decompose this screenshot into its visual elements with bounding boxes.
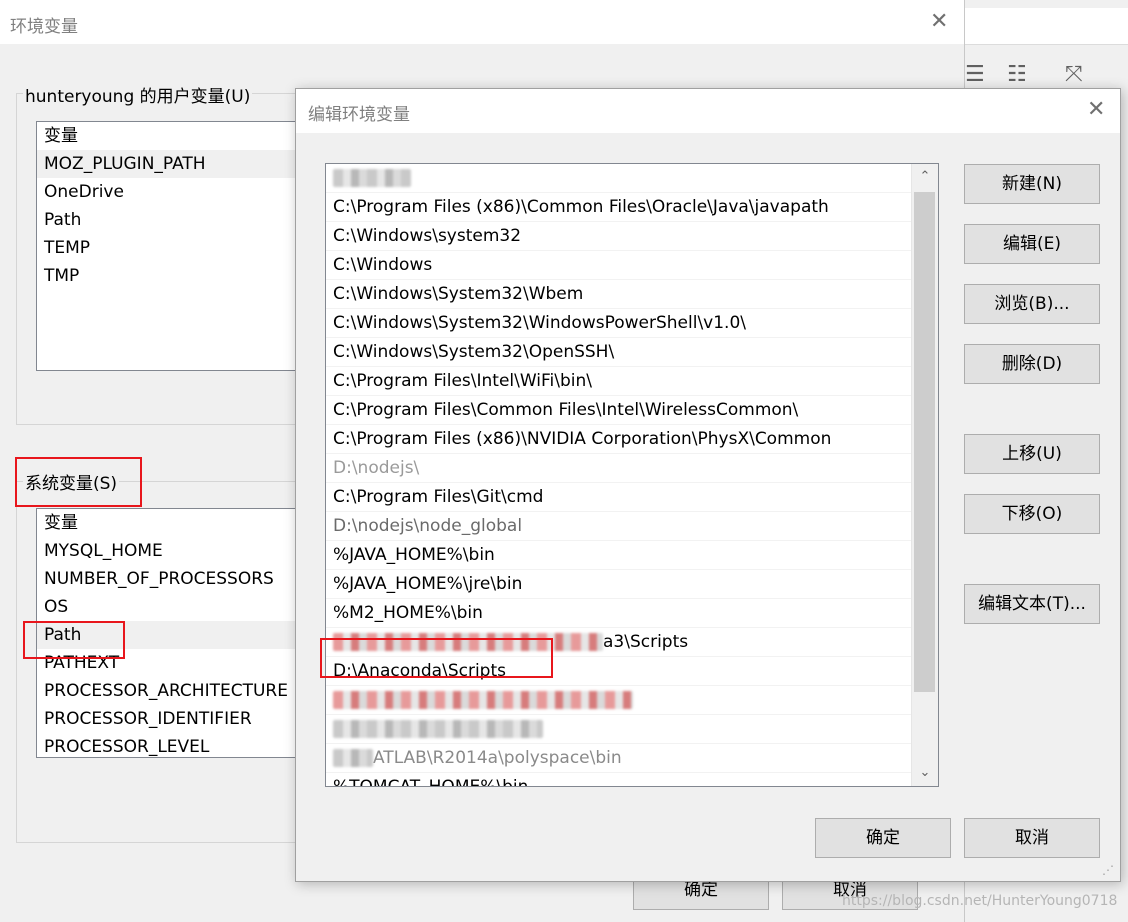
list-item[interactable]: PROCESSOR_IDENTIFIER xyxy=(37,705,299,733)
cancel-button[interactable]: 取消 xyxy=(964,818,1100,858)
edit-dialog-title: 编辑环境变量 xyxy=(308,105,410,125)
move-down-button[interactable]: 下移(O) xyxy=(964,494,1100,534)
list-item[interactable]: %JAVA_HOME%\jre\bin xyxy=(326,570,938,599)
list-item-obscured[interactable] xyxy=(326,686,938,715)
env-window-close-icon[interactable]: ✕ xyxy=(930,11,948,33)
path-list[interactable]: C:\Program Files (x86)\Common Files\Orac… xyxy=(325,163,939,787)
obscured-text xyxy=(333,633,603,651)
list-item[interactable]: MOZ_PLUGIN_PATH xyxy=(37,150,299,178)
list-item-path-selected[interactable]: Path xyxy=(37,621,299,649)
list-item[interactable]: %JAVA_HOME%\bin xyxy=(326,541,938,570)
background-window-address-strip xyxy=(965,8,1128,45)
edit-button[interactable]: 编辑(E) xyxy=(964,224,1100,264)
edit-dialog-titlebar: 编辑环境变量 ✕ xyxy=(296,89,1120,133)
list-item-obscured[interactable] xyxy=(326,715,938,744)
env-window-title: 环境变量 xyxy=(10,17,78,37)
list-item[interactable]: C:\Program Files\Intel\WiFi\bin\ xyxy=(326,367,938,396)
list-item[interactable]: Path xyxy=(37,206,299,234)
delete-button[interactable]: 删除(D) xyxy=(964,344,1100,384)
list-item[interactable]: C:\Program Files (x86)\NVIDIA Corporatio… xyxy=(326,425,938,454)
edit-env-var-dialog: 编辑环境变量 ✕ C:\Program Files (x86)\Common F… xyxy=(295,88,1121,882)
scroll-up-icon[interactable]: ⌃ xyxy=(912,164,938,190)
path-list-scrollbar[interactable]: ⌃ ⌄ xyxy=(911,164,938,786)
list-item-partially-obscured[interactable]: ATLAB\R2014a\polyspace\bin xyxy=(326,744,938,773)
ok-button[interactable]: 确定 xyxy=(815,818,951,858)
list-item[interactable]: PROCESSOR_ARCHITECTURE xyxy=(37,677,299,705)
list-item[interactable]: TMP xyxy=(37,262,299,290)
list-item[interactable]: TEMP xyxy=(37,234,299,262)
move-up-button[interactable]: 上移(U) xyxy=(964,434,1100,474)
scrollbar-thumb[interactable] xyxy=(914,192,935,692)
new-button[interactable]: 新建(N) xyxy=(964,164,1100,204)
list-item-partially-obscured[interactable]: D:\nodejs\ xyxy=(326,454,938,483)
list-item[interactable]: C:\Windows\system32 xyxy=(326,222,938,251)
list-item-anaconda-scripts[interactable]: D:\Anaconda\Scripts xyxy=(326,657,938,686)
list-item-text: a3\Scripts xyxy=(603,632,689,652)
list-item[interactable]: PATHEXT xyxy=(37,649,299,677)
list-item[interactable]: NUMBER_OF_PROCESSORS xyxy=(37,565,299,593)
obscured-text xyxy=(333,169,411,187)
list-item-obscured[interactable] xyxy=(326,164,938,193)
list-item[interactable]: %TOMCAT_HOME%\bin xyxy=(326,773,938,786)
system-vars-list[interactable]: 变量 MYSQL_HOME NUMBER_OF_PROCESSORS OS Pa… xyxy=(36,508,300,758)
obscured-text xyxy=(333,691,633,709)
edit-dialog-close-icon[interactable]: ✕ xyxy=(1087,99,1105,121)
list-item-partially-obscured[interactable]: a3\Scripts xyxy=(326,628,938,657)
list-item-text: ATLAB\R2014a\polyspace\bin xyxy=(373,748,622,768)
system-vars-header[interactable]: 变量 xyxy=(37,509,299,537)
obscured-text xyxy=(333,749,373,767)
list-item[interactable]: C:\Program Files\Git\cmd xyxy=(326,483,938,512)
watermark: https://blog.csdn.net/HunterYoung0718 xyxy=(842,893,1118,909)
scroll-down-icon[interactable]: ⌄ xyxy=(912,760,938,786)
list-item[interactable]: C:\Windows xyxy=(326,251,938,280)
list-item[interactable]: OneDrive xyxy=(37,178,299,206)
list-item[interactable]: C:\Windows\System32\OpenSSH\ xyxy=(326,338,938,367)
env-window-titlebar: 环境变量 ✕ xyxy=(0,0,964,44)
list-item-partially-obscured[interactable]: D:\nodejs\node_global xyxy=(326,512,938,541)
system-vars-label: 系统变量(S) xyxy=(23,469,120,494)
list-item[interactable]: %M2_HOME%\bin xyxy=(326,599,938,628)
edit-text-button[interactable]: 编辑文本(T)... xyxy=(964,584,1100,624)
list-item[interactable]: PROCESSOR_LEVEL xyxy=(37,733,299,757)
indent-list-icon[interactable]: ☷ xyxy=(1007,62,1027,87)
list-item[interactable]: OS xyxy=(37,593,299,621)
user-vars-label: hunteryoung 的用户变量(U) xyxy=(23,82,253,107)
resize-grip-icon[interactable]: ⋰ xyxy=(1102,863,1114,877)
list-item[interactable]: MYSQL_HOME xyxy=(37,537,299,565)
list-item[interactable]: C:\Program Files (x86)\Common Files\Orac… xyxy=(326,193,938,222)
list-item[interactable]: C:\Windows\System32\Wbem xyxy=(326,280,938,309)
list-icon[interactable]: ☰ xyxy=(965,62,985,87)
browse-button[interactable]: 浏览(B)... xyxy=(964,284,1100,324)
list-item[interactable]: C:\Windows\System32\WindowsPowerShell\v1… xyxy=(326,309,938,338)
expand-icon[interactable]: ⤧ xyxy=(1065,62,1083,87)
list-item[interactable]: C:\Program Files\Common Files\Intel\Wire… xyxy=(326,396,938,425)
user-vars-header[interactable]: 变量 xyxy=(37,122,299,150)
obscured-text xyxy=(333,720,543,738)
user-vars-list[interactable]: 变量 MOZ_PLUGIN_PATH OneDrive Path TEMP TM… xyxy=(36,121,300,371)
